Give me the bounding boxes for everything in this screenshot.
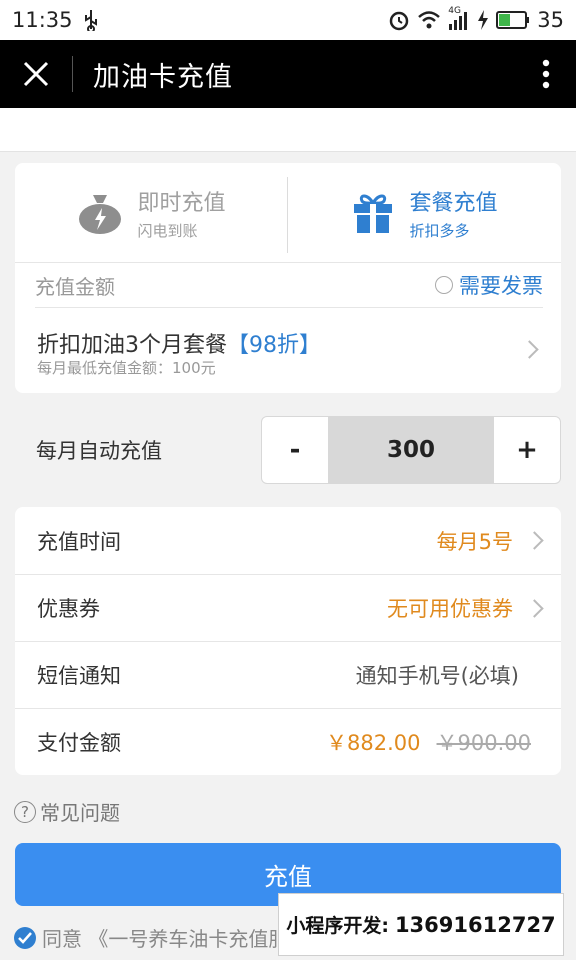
recharge-time-row[interactable]: 充值时间 每月5号 (15, 507, 561, 574)
amount-label: 充值金额 (35, 274, 115, 299)
mode-tabs: 即时充值 闪电到账 套餐充值 折扣多多 (15, 163, 561, 263)
plan-name: 折扣加油3个月套餐 (37, 333, 227, 358)
chevron-right-icon (525, 599, 544, 618)
mode-divider (287, 177, 288, 253)
gift-icon (354, 194, 393, 233)
question-icon: ? (14, 800, 36, 823)
invoice-radio[interactable] (435, 276, 453, 294)
coupon-value: 无可用优惠券 (387, 597, 513, 621)
mode-title: 即时充值 (137, 190, 226, 216)
tab-instant-recharge[interactable]: 即时充值 闪电到账 (15, 163, 288, 262)
page-title: 加油卡充值 (93, 61, 233, 93)
mode-title: 套餐充值 (409, 190, 498, 216)
payment-label: 支付金额 (37, 731, 121, 755)
network-type: 4G (448, 6, 461, 16)
order-form: 充值时间 每月5号 优惠券 无可用优惠券 短信通知 通知手机号(必填) 支付金额… (15, 507, 561, 775)
title-bar: 加油卡充值 (0, 40, 576, 108)
chevron-right-icon (525, 531, 544, 550)
battery-icon (496, 11, 530, 29)
increment-button[interactable]: + (494, 417, 560, 483)
money-bag-icon (79, 194, 122, 234)
stepper-value[interactable]: 300 (328, 417, 494, 483)
scrolled-header-strip (0, 108, 576, 152)
discount-badge: 【98折】 (227, 333, 321, 358)
coupon-row[interactable]: 优惠券 无可用优惠券 (15, 574, 561, 641)
charging-icon (477, 10, 489, 30)
chevron-right-icon (520, 340, 539, 359)
battery-level: 35 (537, 8, 564, 32)
faq-link[interactable]: ? 常见问题 (14, 797, 120, 826)
developer-contact-overlay: 小程序开发: 13691612727 (278, 893, 564, 956)
agreement-row[interactable]: 同意 《一号养车油卡充值服 (14, 923, 288, 952)
close-button[interactable] (0, 40, 72, 108)
payment-price: ￥882.00 (326, 731, 421, 755)
payment-row: 支付金额 ￥882.00 ￥900.00 (15, 708, 561, 775)
signal-icon: 4G (448, 6, 470, 30)
amount-row: 充值金额 需要发票 (35, 263, 543, 308)
sms-row: 短信通知 通知手机号(必填) (15, 641, 561, 708)
usb-icon (83, 9, 99, 31)
invoice-label: 需要发票 (459, 274, 543, 298)
plan-subtitle: 每月最低充值金额：100元 (37, 359, 216, 377)
auto-recharge-label: 每月自动充值 (36, 439, 162, 463)
status-bar: 11:35 4G 35 (0, 0, 576, 40)
alarm-icon (388, 9, 410, 31)
dev-label: 小程序开发: (286, 915, 389, 937)
dev-phone: 13691612727 (394, 912, 556, 937)
coupon-label: 优惠券 (37, 597, 100, 621)
agreement-label: 同意 《一号养车油卡充值服 (42, 927, 289, 951)
title-divider (72, 56, 73, 92)
mode-subtitle: 闪电到账 (137, 221, 198, 240)
decrement-button[interactable]: - (262, 417, 328, 483)
plan-title: 折扣加油3个月套餐【98折】 (37, 327, 321, 359)
faq-label: 常见问题 (40, 801, 120, 825)
recharge-time-value: 每月5号 (436, 529, 513, 554)
checkmark-icon[interactable] (14, 926, 36, 949)
recharge-time-label: 充值时间 (37, 529, 121, 554)
wifi-icon (417, 10, 441, 30)
amount-stepper: - 300 + (261, 416, 561, 484)
more-vertical-icon (542, 59, 550, 89)
phone-input[interactable]: 通知手机号(必填) (356, 660, 519, 690)
original-price: ￥900.00 (436, 731, 531, 755)
close-icon (23, 61, 49, 87)
sms-label: 短信通知 (37, 664, 121, 688)
more-button[interactable] (516, 40, 576, 108)
plan-selector[interactable]: 折扣加油3个月套餐【98折】 每月最低充值金额：100元 (35, 313, 543, 389)
status-icons: 4G 35 (388, 6, 564, 32)
mode-subtitle: 折扣多多 (409, 221, 470, 240)
status-time: 11:35 (12, 8, 73, 32)
tab-package-recharge[interactable]: 套餐充值 折扣多多 (288, 163, 561, 262)
recharge-card: 即时充值 闪电到账 套餐充值 折扣多多 充值金额 需要发票 折扣加油3个月套餐【… (15, 163, 561, 393)
invoice-toggle[interactable]: 需要发票 (435, 270, 543, 300)
